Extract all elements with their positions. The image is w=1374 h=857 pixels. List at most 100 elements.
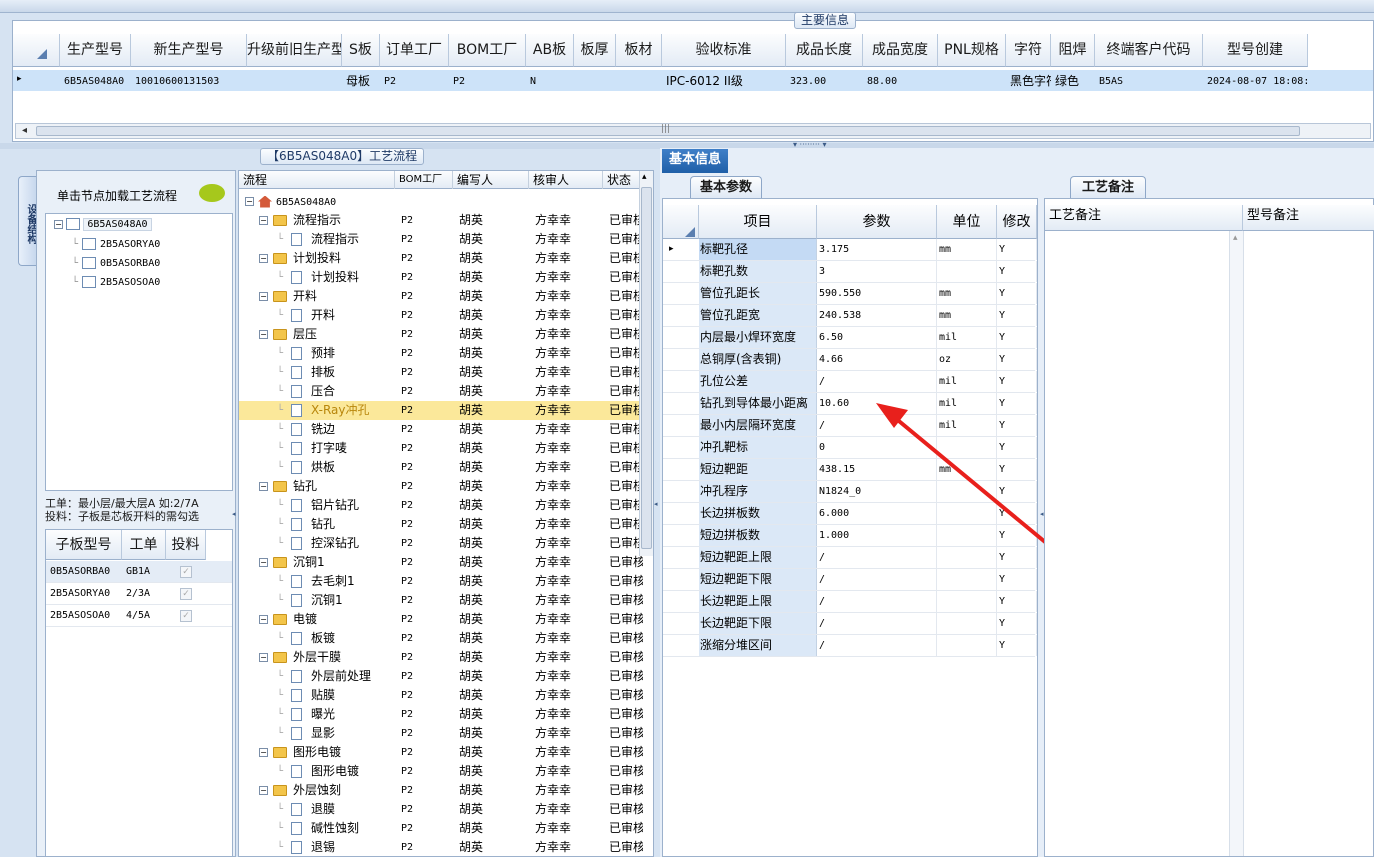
flow-row[interactable]: └ 压合 P2 胡英 方幸幸 已审核 bbox=[239, 382, 643, 401]
flow-row[interactable]: └ 钻孔 P2 胡英 方幸幸 已审核 bbox=[239, 515, 643, 534]
column-header[interactable]: 字符 bbox=[1006, 34, 1051, 67]
column-header[interactable]: 订单工厂 bbox=[380, 34, 449, 67]
collapse-icon[interactable]: − bbox=[259, 254, 268, 263]
flow-row[interactable]: └ 显影 P2 胡英 方幸幸 已审核 bbox=[239, 724, 643, 743]
collapse-icon[interactable]: − bbox=[259, 482, 268, 491]
collapse-icon[interactable]: − bbox=[259, 330, 268, 339]
param-row[interactable]: 涨缩分堆区间 / Y bbox=[663, 635, 1037, 657]
scroll-left-icon[interactable]: ◂ bbox=[22, 125, 27, 136]
param-row[interactable]: 总铜厚(含表铜) 4.66 oz Y bbox=[663, 349, 1037, 371]
flow-row[interactable]: − 钻孔 P2 胡英 方幸幸 已审核 bbox=[239, 477, 643, 496]
grid-cell[interactable]: 母板 bbox=[346, 71, 380, 92]
column-header[interactable]: 升级前旧生产型号 bbox=[247, 34, 342, 67]
grid-cell[interactable]: 绿色 bbox=[1055, 71, 1095, 92]
flow-column-header[interactable]: 流程 bbox=[239, 171, 395, 189]
flow-row[interactable]: − 计划投料 P2 胡英 方幸幸 已审核 bbox=[239, 249, 643, 268]
param-value-cell[interactable]: / bbox=[819, 613, 937, 634]
tree-child[interactable]: └ 2B5ASORYA0 bbox=[72, 238, 160, 250]
basic-info-title[interactable]: 基本信息 bbox=[662, 149, 728, 173]
param-value-cell[interactable]: 4.66 bbox=[819, 349, 937, 370]
column-header[interactable]: 板材 bbox=[616, 34, 662, 67]
param-value-cell[interactable]: 3.175 bbox=[819, 239, 937, 260]
grid-cell[interactable]: 323.00 bbox=[790, 71, 863, 92]
column-header[interactable]: 成品长度 bbox=[786, 34, 863, 67]
flow-row[interactable]: └ 退膜 P2 胡英 方幸幸 已审核 bbox=[239, 800, 643, 819]
collapse-icon[interactable]: − bbox=[259, 653, 268, 662]
grid-cell[interactable]: P2 bbox=[453, 71, 526, 92]
collapse-icon[interactable]: − bbox=[259, 748, 268, 757]
flow-row[interactable]: − 层压 P2 胡英 方幸幸 已审核 bbox=[239, 325, 643, 344]
flow-row[interactable]: └ 计划投料 P2 胡英 方幸幸 已审核 bbox=[239, 268, 643, 287]
column-header[interactable]: 验收标准 bbox=[662, 34, 786, 67]
collapse-icon[interactable]: − bbox=[259, 292, 268, 301]
column-header[interactable]: 终端客户代码 bbox=[1095, 34, 1203, 67]
flow-vscrollbar[interactable]: ▴ bbox=[639, 171, 653, 556]
column-header[interactable]: 新生产型号 bbox=[131, 34, 247, 67]
param-value-cell[interactable]: / bbox=[819, 591, 937, 612]
flow-row[interactable]: └ 图形电镀 P2 胡英 方幸幸 已审核 bbox=[239, 762, 643, 781]
collapse-icon[interactable]: − bbox=[259, 786, 268, 795]
scroll-thumb[interactable]: ||| bbox=[36, 124, 1300, 136]
param-column-header[interactable]: 项目 bbox=[699, 205, 817, 239]
column-header[interactable]: BOM工厂 bbox=[449, 34, 526, 67]
sub-table-header[interactable]: 投料 bbox=[166, 530, 206, 560]
flow-row[interactable]: └ 曝光 P2 胡英 方幸幸 已审核 bbox=[239, 705, 643, 724]
flow-row[interactable]: └ 预排 P2 胡英 方幸幸 已审核 bbox=[239, 344, 643, 363]
equipment-structure-tab[interactable]: 设备结构 bbox=[18, 176, 38, 266]
flow-row[interactable]: └ 开料 P2 胡英 方幸幸 已审核 bbox=[239, 306, 643, 325]
grid-cell[interactable]: P2 bbox=[384, 71, 449, 92]
flow-row[interactable]: └ 流程指示 P2 胡英 方幸幸 已审核 bbox=[239, 230, 643, 249]
feed-checkbox[interactable]: ✓ bbox=[180, 610, 192, 622]
flow-row[interactable]: └ 贴膜 P2 胡英 方幸幸 已审核 bbox=[239, 686, 643, 705]
flow-scroll-thumb[interactable] bbox=[641, 187, 652, 549]
column-header[interactable]: AB板 bbox=[526, 34, 574, 67]
flow-row[interactable]: └ 烘板 P2 胡英 方幸幸 已审核 bbox=[239, 458, 643, 477]
param-row[interactable]: 内层最小焊环宽度 6.50 mil Y bbox=[663, 327, 1037, 349]
tab-basic-params[interactable]: 基本参数 bbox=[690, 176, 762, 198]
param-column-header[interactable]: 单位 bbox=[937, 205, 997, 239]
flow-row[interactable]: − 沉铜1 P2 胡英 方幸幸 已审核 bbox=[239, 553, 643, 572]
flow-row[interactable]: − 图形电镀 P2 胡英 方幸幸 已审核 bbox=[239, 743, 643, 762]
flow-row[interactable]: − 外层干膜 P2 胡英 方幸幸 已审核 bbox=[239, 648, 643, 667]
param-row[interactable]: 管位孔距宽 240.538 mm Y bbox=[663, 305, 1037, 327]
column-header[interactable]: 成品宽度 bbox=[863, 34, 938, 67]
collapse-icon[interactable]: − bbox=[245, 197, 254, 206]
column-header[interactable]: 生产型号 bbox=[60, 34, 131, 67]
grid-cell[interactable]: 2024-08-07 18:08:5 bbox=[1207, 71, 1308, 92]
column-header[interactable]: 板厚 bbox=[574, 34, 616, 67]
tree-child[interactable]: └ 0B5ASORBA0 bbox=[72, 257, 160, 269]
param-row[interactable]: 标靶孔数 3 Y bbox=[663, 261, 1037, 283]
param-value-cell[interactable]: 240.538 bbox=[819, 305, 937, 326]
tree-child[interactable]: └ 2B5ASOSOA0 bbox=[72, 276, 160, 288]
remarks-scroll-up-icon[interactable]: ▴ bbox=[1233, 233, 1238, 243]
grid-cell[interactable]: IPC-6012 II级 bbox=[666, 71, 786, 92]
param-row[interactable]: ▸ 标靶孔径 3.175 mm Y bbox=[663, 239, 1037, 261]
feed-checkbox[interactable]: ✓ bbox=[180, 566, 192, 578]
main-hscrollbar[interactable]: ◂ ||| bbox=[15, 123, 1371, 139]
remarks-scrollbar[interactable]: ▴ bbox=[1229, 231, 1243, 856]
flow-row[interactable]: └ 退锡 P2 胡英 方幸幸 已审核 bbox=[239, 838, 643, 856]
param-column-header[interactable]: 修改 bbox=[997, 205, 1037, 239]
param-row[interactable]: 管位孔距长 590.550 mm Y bbox=[663, 283, 1037, 305]
feed-checkbox[interactable]: ✓ bbox=[180, 588, 192, 600]
grid-cell[interactable]: B5AS bbox=[1099, 71, 1203, 92]
sub-table-header[interactable]: 子板型号 bbox=[46, 530, 122, 560]
collapse-icon[interactable]: − bbox=[259, 216, 268, 225]
flow-column-header[interactable]: 状态 bbox=[603, 171, 643, 189]
flow-row[interactable]: └ 去毛刺1 P2 胡英 方幸幸 已审核 bbox=[239, 572, 643, 591]
flow-column-header[interactable]: BOM工厂 bbox=[395, 171, 453, 189]
flow-row[interactable]: └ 板镀 P2 胡英 方幸幸 已审核 bbox=[239, 629, 643, 648]
tree-root[interactable]: − 6B5AS048A0 bbox=[54, 218, 152, 231]
flow-row[interactable]: − 流程指示 P2 胡英 方幸幸 已审核 bbox=[239, 211, 643, 230]
grid-cell[interactable]: 黑色字符 bbox=[1010, 71, 1051, 92]
param-row[interactable]: 短边靶距下限 / Y bbox=[663, 569, 1037, 591]
param-column-header[interactable]: 参数 bbox=[817, 205, 937, 239]
param-value-cell[interactable]: / bbox=[819, 635, 937, 656]
flow-row[interactable]: └ 控深钻孔 P2 胡英 方幸幸 已审核 bbox=[239, 534, 643, 553]
column-header[interactable]: PNL规格 bbox=[938, 34, 1006, 67]
flow-row[interactable]: − 开料 P2 胡英 方幸幸 已审核 bbox=[239, 287, 643, 306]
collapse-icon[interactable]: − bbox=[54, 219, 63, 229]
flow-row[interactable]: └ 外层前处理 P2 胡英 方幸幸 已审核 bbox=[239, 667, 643, 686]
flow-row[interactable]: − 外层蚀刻 P2 胡英 方幸幸 已审核 bbox=[239, 781, 643, 800]
grid-cell[interactable]: 88.00 bbox=[867, 71, 938, 92]
